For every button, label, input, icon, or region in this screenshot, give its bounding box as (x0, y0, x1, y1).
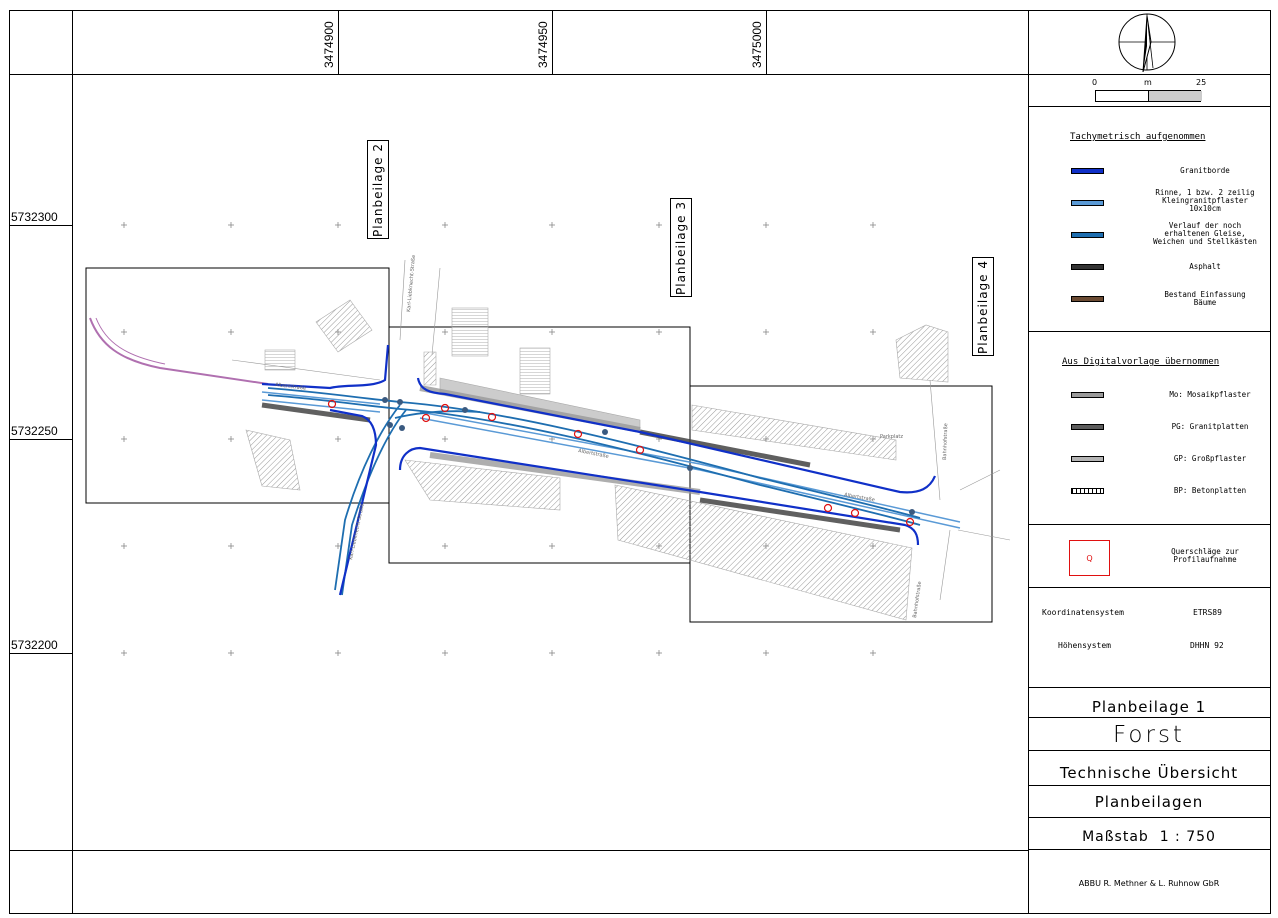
height-system-value: DHHN 92 (1190, 641, 1224, 650)
sheet-label-text: Planbeilage 4 (976, 259, 990, 354)
legend-divider (1028, 849, 1270, 850)
site-map: Albertstraße Albertstraße Albertstraße K… (85, 222, 1011, 656)
cross-section-symbol: Q (1086, 553, 1093, 563)
legend-divider (1028, 106, 1270, 107)
cross-section-label: Querschläge zur Profilaufnahme (1171, 547, 1239, 564)
legend-swatch-asphalt (1071, 264, 1104, 270)
street-name-liebknecht-north: Karl-Liebknecht-Straße (406, 255, 417, 313)
legend-label-asphalt: Asphalt (1189, 262, 1221, 271)
coord-system-value: ETRS89 (1193, 608, 1222, 617)
bottom-row-divider (9, 850, 1028, 851)
scale-bar (1095, 90, 1202, 102)
legend-label-tree-edge: Bestand Einfassung Bäume (1164, 290, 1246, 307)
legend-divider (1028, 687, 1270, 688)
sheet-label-2[interactable]: Planbeilage 2 (367, 140, 389, 239)
legend-swatch-granite-slabs (1071, 424, 1104, 430)
legend-label-mosaic: Mo: Mosaikpflaster (1169, 390, 1251, 399)
legend-swatch-large-paving (1071, 456, 1104, 462)
buildings (245, 299, 949, 621)
sheet-label-text: Planbeilage 3 (674, 200, 688, 295)
sheet-label-4[interactable]: Planbeilage 4 (972, 257, 994, 356)
office-name: ABBU R. Methner & L. Ruhnow GbR (1078, 879, 1220, 888)
sheet-label-3[interactable]: Planbeilage 3 (670, 198, 692, 297)
scale-end: 25 (1196, 78, 1207, 87)
legend-label-concrete-slabs: BP: Betonplatten (1173, 486, 1247, 495)
legend-divider (1028, 587, 1270, 588)
legend-surveyed-title: Tachymetrisch aufgenommen (1070, 132, 1206, 142)
place-name: Forst (1113, 722, 1185, 748)
legend-divider (1028, 785, 1270, 786)
legend-label-tracks: Verlauf der noch erhaltenen Gleise, Weic… (1153, 221, 1257, 246)
legend-swatch-tree-edge (1071, 296, 1104, 302)
legend-divider (1028, 74, 1270, 75)
sheet-number: Planbeilage 1 (1091, 698, 1207, 716)
purple-path (89, 317, 269, 385)
legend-swatch-mosaic (1071, 392, 1104, 398)
cross-section-symbol-box: Q (1069, 540, 1110, 576)
height-system-label: Höhensystem (1058, 641, 1111, 650)
legend-divider (1028, 524, 1270, 525)
scale-unit: m (1144, 78, 1152, 87)
legend-divider (1028, 331, 1270, 332)
legend-digital-title: Aus Digitalvorlage übernommen (1062, 357, 1220, 367)
legend-label-granite-curb: Granitborde (1180, 166, 1230, 175)
sheet-label-text: Planbeilage 2 (371, 142, 385, 237)
plan-subject: Technische Übersicht (1059, 764, 1239, 782)
plan-scale: Maßstab 1 : 750 (1082, 829, 1216, 845)
plan-content: Planbeilagen (1094, 793, 1204, 811)
legend-label-large-paving: GP: Großpflaster (1173, 454, 1247, 463)
legend-swatch-concrete-slabs (1071, 488, 1104, 494)
legend-swatch-tracks (1071, 232, 1104, 238)
coord-system-label: Koordinatensystem (1042, 608, 1124, 617)
legend-divider (1028, 750, 1270, 751)
legend-divider (1028, 817, 1270, 818)
legend-swatch-granite-curb (1071, 168, 1104, 174)
street-name-bahnhofstrasse-south: Bahnhofstraße (912, 581, 923, 618)
legend-label-gutter: Rinne, 1 bzw. 2 zeilig Kleingranitpflast… (1155, 188, 1255, 213)
north-arrow-icon (1118, 13, 1176, 72)
legend-label-granite-slabs: PG: Granitplatten (1171, 422, 1249, 431)
parking-label: Parkplatz (880, 434, 903, 440)
street-name-bahnhofstrasse-north: Bahnhofstraße (942, 423, 949, 460)
legend-divider (1028, 717, 1270, 718)
scale-start: 0 (1092, 78, 1098, 87)
legend-swatch-gutter (1071, 200, 1104, 206)
